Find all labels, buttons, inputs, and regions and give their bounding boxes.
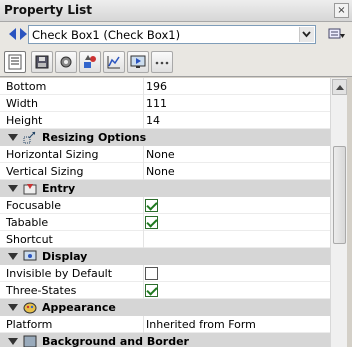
section-header[interactable]: Resizing Options [0, 129, 330, 146]
property-value[interactable]: Inherited from Form [146, 318, 256, 331]
column-divider [143, 95, 144, 112]
tab-more[interactable] [151, 51, 173, 73]
property-row[interactable]: Three-States [0, 282, 330, 299]
property-value[interactable]: 14 [146, 114, 160, 127]
background-icon [23, 335, 37, 347]
close-button[interactable]: × [334, 3, 349, 18]
shapes-icon [84, 55, 96, 68]
more-icon [155, 61, 169, 65]
property-grid: Bottom 196 Width 111 Height 14 Resizing Option… [0, 78, 330, 347]
tab-data[interactable] [31, 51, 53, 73]
prev-next-arrows-icon[interactable] [8, 27, 30, 41]
property-name: Height [6, 114, 43, 127]
section-title: Background and Border [42, 335, 189, 347]
property-value[interactable]: None [146, 165, 175, 178]
vertical-scrollbar[interactable] [330, 78, 347, 347]
scroll-up-button[interactable] [332, 79, 347, 95]
display-icon [130, 55, 146, 68]
tab-chart[interactable] [103, 51, 125, 73]
collapse-triangle-icon[interactable] [8, 253, 18, 260]
entry-icon [23, 182, 37, 195]
property-row[interactable]: Tabable [0, 214, 330, 231]
property-checkbox[interactable] [145, 267, 158, 280]
property-row[interactable]: Height 14 [0, 112, 330, 129]
column-divider [143, 231, 144, 248]
property-row[interactable]: Width 111 [0, 95, 330, 112]
column-divider [143, 282, 144, 299]
property-name: Bottom [6, 80, 47, 93]
column-divider [143, 146, 144, 163]
property-name: Width [6, 97, 38, 110]
property-name: Shortcut [6, 233, 53, 246]
column-divider [143, 163, 144, 180]
column-divider [143, 265, 144, 282]
tab-display[interactable] [127, 51, 149, 73]
property-name: Horizontal Sizing [6, 148, 99, 161]
property-row[interactable]: Focusable [0, 197, 330, 214]
property-checkbox[interactable] [145, 216, 158, 229]
chevron-down-icon[interactable] [299, 27, 314, 42]
title-bar: Property List × [0, 0, 352, 22]
column-divider [143, 197, 144, 214]
gear-icon [60, 56, 72, 68]
section-title: Appearance [42, 301, 116, 314]
property-row[interactable]: Bottom 196 [0, 78, 330, 95]
property-row[interactable]: Shortcut [0, 231, 330, 248]
list-icon [8, 54, 22, 70]
property-row[interactable]: Vertical Sizing None [0, 163, 330, 180]
object-selector-value: Check Box1 (Check Box1) [32, 28, 181, 42]
property-name: Platform [6, 318, 53, 331]
chart-icon [107, 56, 120, 69]
tab-shapes[interactable] [79, 51, 101, 73]
column-divider [143, 316, 144, 333]
property-row[interactable]: Horizontal Sizing None [0, 146, 330, 163]
column-divider [143, 112, 144, 129]
property-checkbox[interactable] [145, 284, 158, 297]
section-header[interactable]: Appearance [0, 299, 330, 316]
section-header[interactable]: Background and Border [0, 333, 330, 347]
tab-all-properties[interactable] [4, 51, 26, 73]
window-title: Property List [4, 3, 92, 17]
scroll-thumb[interactable] [333, 146, 346, 244]
column-divider [143, 214, 144, 231]
collapse-triangle-icon[interactable] [8, 338, 18, 345]
section-header[interactable]: Display [0, 248, 330, 265]
property-row[interactable]: Invisible by Default [0, 265, 330, 282]
property-value[interactable]: 111 [146, 97, 167, 110]
property-value[interactable]: 196 [146, 80, 167, 93]
object-bar: Check Box1 (Check Box1) [0, 22, 352, 47]
options-menu-icon[interactable] [328, 28, 346, 41]
object-selector[interactable]: Check Box1 (Check Box1) [28, 25, 316, 44]
appearance-icon [23, 301, 37, 314]
window-edge [347, 78, 352, 347]
column-divider [143, 78, 144, 95]
display-icon [23, 250, 37, 263]
section-header[interactable]: Entry [0, 180, 330, 197]
collapse-triangle-icon[interactable] [8, 304, 18, 311]
property-name: Tabable [6, 216, 49, 229]
property-checkbox[interactable] [145, 199, 158, 212]
tab-bar [0, 47, 352, 77]
property-name: Vertical Sizing [6, 165, 84, 178]
section-title: Resizing Options [42, 131, 147, 144]
tab-settings[interactable] [55, 51, 77, 73]
property-name: Invisible by Default [6, 267, 113, 280]
disk-icon [35, 55, 49, 69]
collapse-triangle-icon[interactable] [8, 134, 18, 141]
property-value[interactable]: None [146, 148, 175, 161]
section-title: Display [42, 250, 88, 263]
property-name: Focusable [6, 199, 61, 212]
resize-icon [23, 131, 37, 144]
property-name: Three-States [6, 284, 77, 297]
section-title: Entry [42, 182, 76, 195]
collapse-triangle-icon[interactable] [8, 185, 18, 192]
property-row[interactable]: Platform Inherited from Form [0, 316, 330, 333]
